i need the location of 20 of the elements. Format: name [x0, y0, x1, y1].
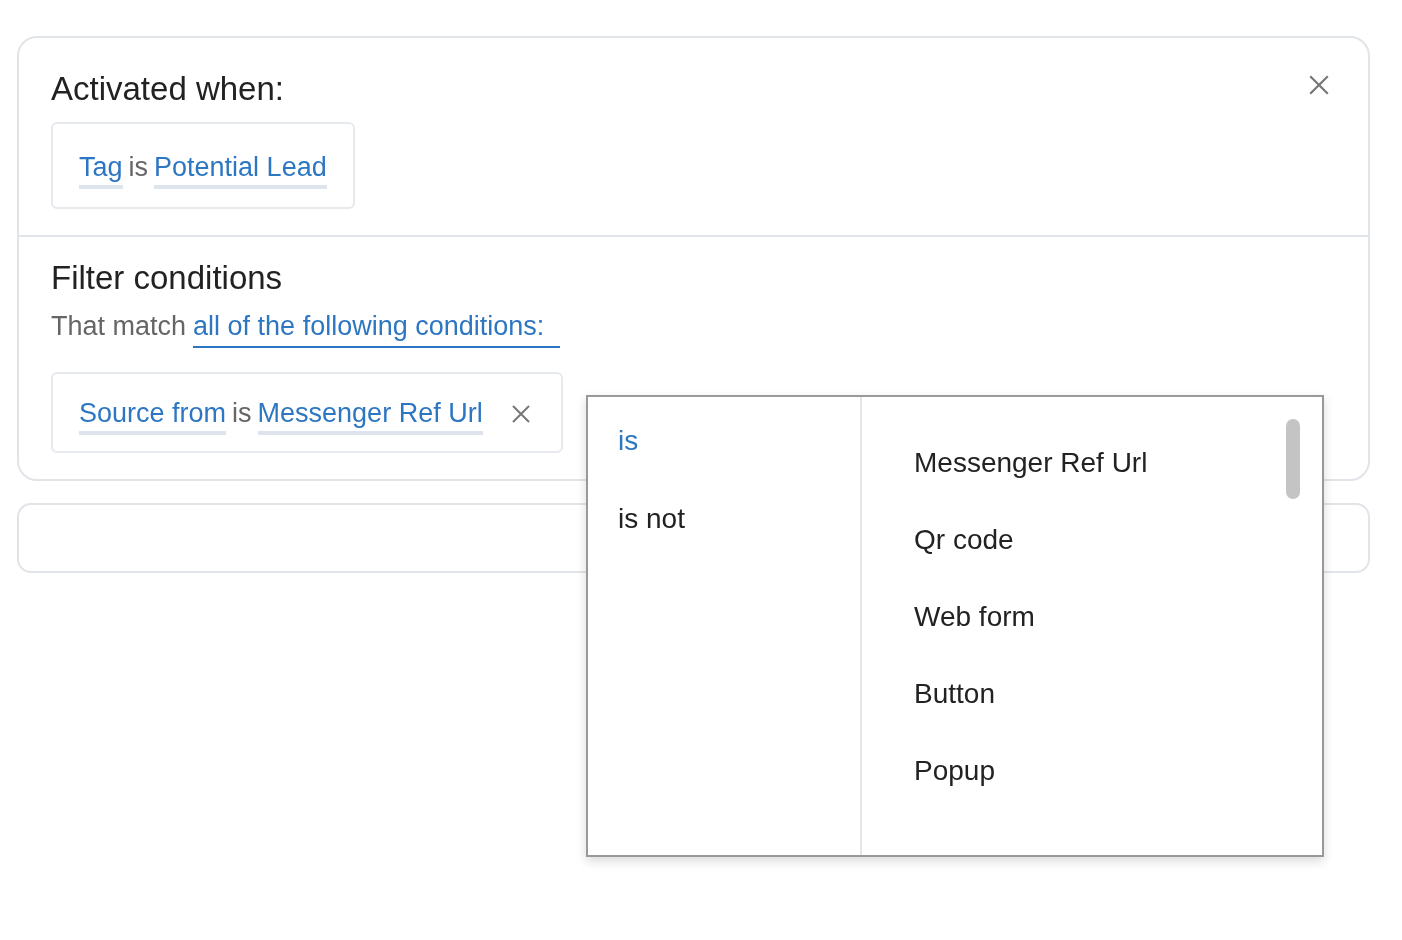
close-icon — [1308, 74, 1330, 96]
operator-text: is — [128, 152, 149, 184]
source-option[interactable]: Popup — [914, 755, 995, 787]
section-title: Activated when: — [51, 70, 284, 108]
value-link[interactable]: Potential Lead — [154, 152, 327, 189]
match-mode-link[interactable]: all of the following conditions: — [193, 311, 561, 348]
operator-option[interactable]: is — [618, 425, 860, 457]
section-title: Filter conditions — [51, 259, 283, 297]
field-link[interactable]: Tag — [79, 152, 123, 189]
value-link[interactable]: Messenger Ref Url — [257, 398, 483, 435]
close-icon — [510, 403, 531, 424]
source-option[interactable]: Web form — [914, 601, 1035, 633]
scrollbar-thumb[interactable] — [1286, 419, 1300, 499]
source-option[interactable]: Button — [914, 678, 995, 710]
operator-option[interactable]: is not — [618, 503, 860, 535]
match-label: That match — [51, 311, 187, 342]
field-link[interactable]: Source from — [79, 398, 227, 435]
operator-text: is — [232, 398, 252, 430]
source-option[interactable]: Messenger Ref Url — [914, 447, 1148, 479]
source-option[interactable]: Qr code — [914, 524, 1014, 556]
